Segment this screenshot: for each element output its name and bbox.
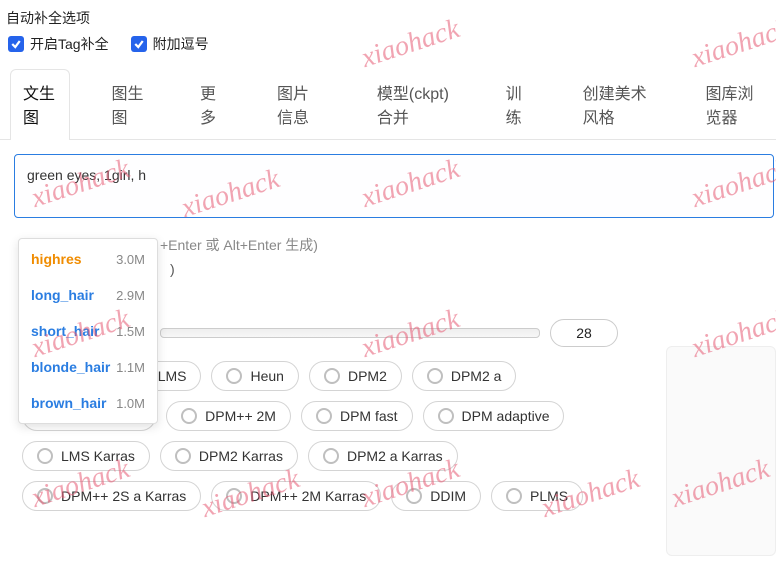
checkbox-box [131, 36, 147, 52]
steps-value[interactable]: 28 [550, 319, 618, 347]
autocomplete-count: 1.5M [116, 324, 145, 339]
autocomplete-tag: long_hair [31, 287, 94, 303]
sampler-label: DPM++ 2M Karras [250, 488, 366, 504]
radio-icon [438, 408, 454, 424]
sampler-label: DPM2 Karras [199, 448, 283, 464]
sampler-option[interactable]: DDIM [391, 481, 481, 511]
sampler-option[interactable]: DPM++ 2M [166, 401, 291, 431]
autocomplete-count: 1.0M [116, 396, 145, 411]
radio-icon [226, 368, 242, 384]
checkbox-append-comma[interactable]: 附加逗号 [131, 34, 209, 54]
sampler-option[interactable]: Heun [211, 361, 298, 391]
autocomplete-section-title: 自动补全选项 [6, 8, 776, 28]
tab-create-style[interactable]: 创建美术风格 [570, 69, 665, 140]
checkbox-box [8, 36, 24, 52]
autocomplete-item[interactable]: long_hair 2.9M [19, 277, 157, 313]
sampler-option[interactable]: DPM2 a [412, 361, 517, 391]
sampler-option[interactable]: DPM2 a Karras [308, 441, 458, 471]
radio-icon [316, 408, 332, 424]
autocomplete-dropdown: highres 3.0M long_hair 2.9M short_hair 1.5M bl… [18, 238, 158, 424]
autocomplete-tag: brown_hair [31, 395, 106, 411]
radio-icon [323, 448, 339, 464]
radio-icon [427, 368, 443, 384]
radio-icon [324, 368, 340, 384]
autocomplete-tag: short_hair [31, 323, 99, 339]
tab-ckpt-merge[interactable]: 模型(ckpt)合并 [364, 69, 465, 140]
autocomplete-count: 3.0M [116, 252, 145, 267]
sampler-label: PLMS [530, 488, 568, 504]
tab-image-info[interactable]: 图片信息 [264, 69, 336, 140]
autocomplete-tag: blonde_hair [31, 359, 110, 375]
sampler-label: DPM2 [348, 368, 387, 384]
radio-icon [406, 488, 422, 504]
sampler-option[interactable]: DPM++ 2S a Karras [22, 481, 201, 511]
sampler-option[interactable]: DPM2 [309, 361, 402, 391]
tab-train[interactable]: 训练 [493, 69, 542, 140]
radio-icon [37, 448, 53, 464]
cropped-paren: ) [170, 261, 776, 277]
sampler-option[interactable]: DPM adaptive [423, 401, 565, 431]
sampler-label: DPM2 a Karras [347, 448, 443, 464]
steps-slider-track[interactable] [160, 328, 540, 338]
sampler-option[interactable]: PLMS [491, 481, 583, 511]
sampler-option[interactable]: LMS Karras [22, 441, 150, 471]
sampler-label: DPM adaptive [462, 408, 550, 424]
radio-icon [181, 408, 197, 424]
sampler-option[interactable]: DPM++ 2M Karras [211, 481, 381, 511]
check-icon [133, 38, 145, 50]
autocomplete-item[interactable]: short_hair 1.5M [19, 313, 157, 349]
autocomplete-options-row: 开启Tag补全 附加逗号 [8, 34, 776, 54]
radio-icon [37, 488, 53, 504]
tab-txt2img[interactable]: 文生图 [10, 69, 70, 140]
sampler-label: DPM++ 2S a Karras [61, 488, 186, 504]
radio-icon [175, 448, 191, 464]
autocomplete-item[interactable]: blonde_hair 1.1M [19, 349, 157, 385]
preview-panel [666, 346, 776, 556]
prompt-area [0, 140, 776, 221]
autocomplete-count: 2.9M [116, 288, 145, 303]
steps-row: 28 [160, 319, 776, 347]
sampler-label: Heun [250, 368, 283, 384]
check-icon [10, 38, 22, 50]
sampler-option[interactable]: DPM2 Karras [160, 441, 298, 471]
radio-icon [226, 488, 242, 504]
tab-img2img[interactable]: 图生图 [98, 69, 158, 140]
tab-gallery[interactable]: 图库浏览器 [693, 69, 776, 140]
autocomplete-tag: highres [31, 251, 82, 267]
autocomplete-count: 1.1M [116, 360, 145, 375]
generate-hint: +Enter 或 Alt+Enter 生成) [160, 235, 776, 255]
radio-icon [506, 488, 522, 504]
tab-more[interactable]: 更多 [187, 69, 236, 140]
sampler-label: DDIM [430, 488, 466, 504]
tab-bar: 文生图 图生图 更多 图片信息 模型(ckpt)合并 训练 创建美术风格 图库浏… [0, 68, 776, 140]
prompt-input[interactable] [14, 154, 774, 218]
autocomplete-item[interactable]: highres 3.0M [19, 241, 157, 277]
checkbox-label: 开启Tag补全 [30, 34, 109, 54]
sampler-label: DPM fast [340, 408, 398, 424]
checkbox-label: 附加逗号 [153, 34, 209, 54]
sampler-label: LMS [158, 368, 187, 384]
sampler-option[interactable]: DPM fast [301, 401, 413, 431]
sampler-label: DPM++ 2M [205, 408, 276, 424]
checkbox-enable-tag-complete[interactable]: 开启Tag补全 [8, 34, 109, 54]
sampler-label: DPM2 a [451, 368, 502, 384]
autocomplete-item[interactable]: brown_hair 1.0M [19, 385, 157, 421]
sampler-label: LMS Karras [61, 448, 135, 464]
